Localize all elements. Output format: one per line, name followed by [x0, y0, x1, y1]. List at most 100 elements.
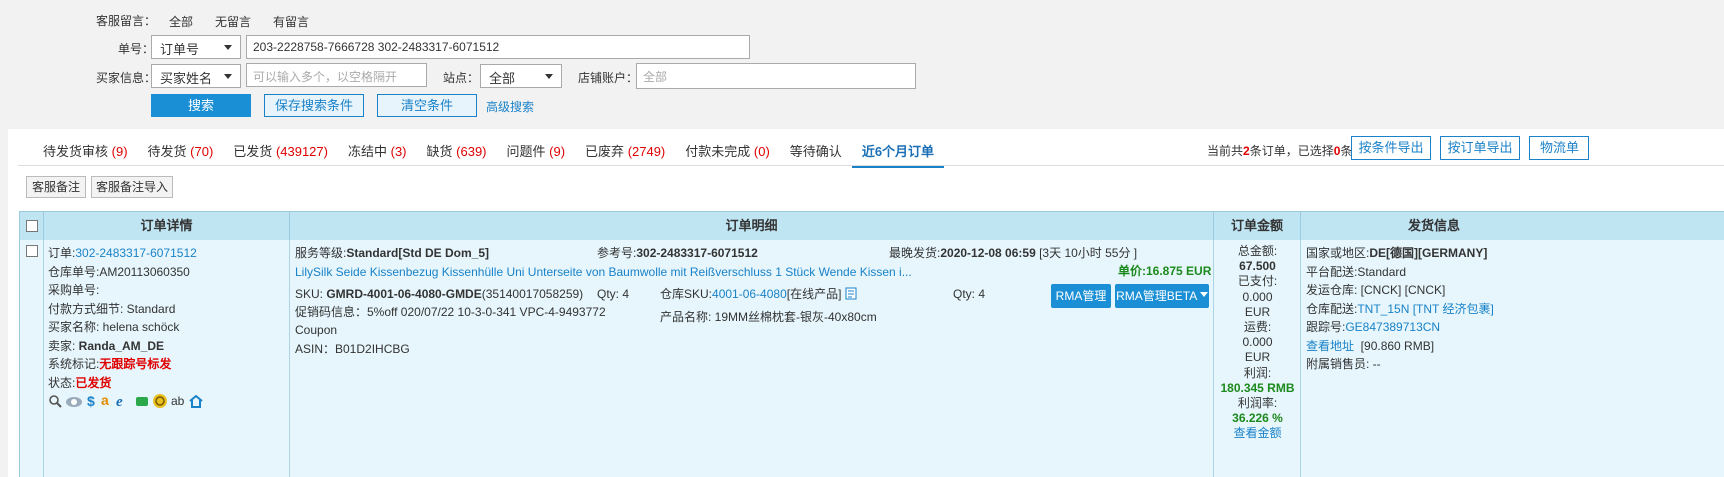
header-extra — [1567, 212, 1724, 240]
buyer-type-value: 买家姓名 — [160, 71, 213, 86]
row-select-cell — [20, 240, 44, 477]
site-select[interactable]: 全部 — [480, 64, 562, 88]
view-amount-link[interactable]: 查看金额 — [1214, 426, 1301, 441]
advanced-search-link[interactable]: 高级搜索 — [486, 98, 534, 115]
search-icon[interactable] — [48, 394, 62, 408]
address-line: 查看地址 [90.860 RMB] — [1306, 338, 1435, 353]
order-no-input[interactable]: 203-2228758-7666728 302-2483317-6071512 — [246, 35, 750, 59]
header-order-detail: 订单详情 — [44, 212, 290, 240]
qty-ordered: Qty: 4 — [597, 287, 630, 301]
buyer-input[interactable]: 可以输入多个，以空格隔开 — [246, 63, 427, 87]
text-ab-icon[interactable]: ab — [171, 393, 185, 409]
rma-manage-button[interactable]: RMA管理 — [1051, 284, 1111, 308]
remark-option-all[interactable]: 全部 — [169, 13, 193, 30]
buyer-type-select[interactable]: 买家姓名 — [151, 64, 241, 88]
export-by-order-button[interactable]: 按订单导出 — [1440, 136, 1520, 160]
export-logistics-button[interactable]: 物流单 — [1529, 136, 1589, 160]
clear-conditions-button[interactable]: 清空条件 — [377, 94, 477, 117]
product-name: 产品名称: 19MM丝棉枕套-银灰-40x80cm — [660, 310, 877, 324]
profit-value: 180.345 RMB — [1220, 380, 1295, 395]
remark-option-has[interactable]: 有留言 — [273, 13, 309, 30]
order-no-type-value: 订单号 — [160, 42, 200, 57]
asin: ASIN：B01D2IHCBG — [295, 342, 410, 356]
sku-line: SKU: GMRD-4001-06-4080-GMDE(351400170582… — [295, 287, 584, 301]
profit-rate-label: 利润率: — [1237, 396, 1278, 411]
header-order-items: 订单明细 — [290, 212, 1214, 240]
site-value: 全部 — [489, 71, 516, 86]
home-icon[interactable] — [188, 394, 204, 408]
select-all-checkbox[interactable] — [25, 220, 38, 232]
profit-label: 利润: — [1243, 365, 1272, 380]
rma-manage-beta-button[interactable]: RMA管理BETA — [1115, 284, 1209, 308]
chevron-down-icon — [224, 74, 232, 79]
coin-icon[interactable] — [152, 393, 168, 409]
svg-text:a: a — [101, 393, 109, 408]
payment-detail: 付款方式细节: Standard — [48, 301, 176, 316]
chevron-down-icon — [545, 74, 553, 79]
view-address-link[interactable]: 查看地址 — [1306, 339, 1354, 353]
shipping-block: 国家或地区:DE[德国][GERMANY] 平台配送:Standard 发运仓库… — [1306, 244, 1564, 374]
buyer-name: 买家名称: helena schöck — [48, 320, 180, 334]
tab-discarded[interactable]: 已废弃 (2749) — [585, 141, 665, 168]
tab-pending-review[interactable]: 待发货审核 (9) — [43, 141, 128, 168]
order-count-summary: 当前共2条订单，已选择0条 — [1207, 144, 1353, 158]
green-tag-icon[interactable] — [135, 394, 149, 408]
cloud-icon[interactable] — [65, 394, 83, 408]
shipping-fee-label: 运费: — [1243, 320, 1272, 335]
tab-frozen[interactable]: 冻结中 (3) — [348, 141, 407, 168]
ship-warehouse: 发运仓库: [CNCK] [CNCK] — [1306, 283, 1446, 297]
product-title-link[interactable]: LilySilk Seide Kissenbezug Kissenhülle U… — [295, 263, 912, 282]
service-remark-import-button[interactable]: 客服备注导入 — [91, 176, 173, 198]
order-no-link[interactable]: 302-2483317-6071512 — [75, 246, 196, 260]
order-no-type-select[interactable]: 订单号 — [151, 35, 241, 59]
platform-delivery: 平台配送:Standard — [1306, 264, 1407, 279]
paid-label: 已支付: — [1237, 274, 1278, 289]
order-no-line: 订单:302-2483317-6071512 — [48, 246, 197, 260]
document-icon[interactable] — [845, 287, 858, 300]
row-checkbox[interactable] — [26, 245, 38, 257]
tab-pending-ship[interactable]: 待发货 (70) — [148, 141, 214, 168]
tab-last-6-months[interactable]: 近6个月订单 — [851, 141, 945, 168]
search-button[interactable]: 搜索 — [151, 94, 251, 117]
ebay-icon[interactable]: e — [116, 393, 132, 409]
seller-line: 卖家: Randa_AM_DE — [48, 338, 165, 353]
tab-out-of-stock[interactable]: 缺货 (639) — [427, 141, 487, 168]
sales-rep: 附属销售员: -- — [1306, 357, 1381, 371]
svg-text:ab: ab — [171, 394, 185, 408]
warehouse-sku-line: 仓库SKU:4001-06-4080[在线产品] — [660, 285, 858, 304]
svg-text:e: e — [116, 394, 123, 409]
paid-amount: 0.000 — [1242, 289, 1273, 304]
country-line: 国家或地区:DE[德国][GERMANY] — [1306, 246, 1488, 260]
warehouse-delivery-link[interactable]: TNT_15N [TNT 经济包裹] — [1357, 302, 1493, 316]
remark-option-none[interactable]: 无留言 — [215, 13, 251, 30]
tab-shipped[interactable]: 已发货 (439127) — [233, 141, 328, 168]
tab-payment-incomplete[interactable]: 付款未完成 (0) — [685, 141, 770, 168]
service-level: 服务等级:Standard[Std DE Dom_5] — [295, 246, 490, 260]
store-label: 店铺账户： — [578, 71, 639, 85]
system-mark-line: 系统标记:无跟踪号标发 — [48, 357, 172, 371]
warehouse-delivery-line: 仓库配送:TNT_15N [TNT 经济包裹] — [1306, 301, 1494, 316]
quick-icons: $ a e ab — [48, 393, 288, 409]
tracking-link[interactable]: GE847389713CN — [1345, 320, 1440, 334]
dollar-icon[interactable]: $ — [86, 393, 98, 409]
tab-awaiting-confirm[interactable]: 等待确认 — [790, 141, 842, 168]
export-by-condition-button[interactable]: 按条件导出 — [1351, 136, 1431, 160]
total-amount: 67.500 — [1239, 259, 1276, 274]
reference-no: 参考号:302-2483317-6071512 — [597, 246, 758, 260]
save-search-button[interactable]: 保存搜索条件 — [264, 94, 364, 117]
amazon-icon[interactable]: a — [101, 393, 113, 409]
status-line: 状态:已发货 — [48, 375, 112, 390]
buyer-info-label: 买家信息： — [96, 71, 157, 85]
store-input[interactable]: 全部 — [636, 63, 916, 89]
amount-block: 总金额: 67.500 已支付: 0.000 EUR 运费: 0.000 EUR… — [1214, 244, 1301, 442]
tab-problem[interactable]: 问题件 (9) — [507, 141, 566, 168]
warehouse-no: 仓库单号:AM20113060350 — [48, 264, 190, 279]
warehouse-sku-link[interactable]: 4001-06-4080 — [712, 287, 787, 301]
coupon-label: Coupon — [295, 323, 338, 337]
tracking-line: 跟踪号:GE847389713CN — [1306, 320, 1441, 334]
unit-price: 单价:16.875 EUR — [1118, 264, 1212, 278]
status-tabs: 待发货审核 (9) 待发货 (70) 已发货 (439127) 冻结中 (3) … — [43, 141, 945, 168]
extra-cell — [1567, 240, 1724, 477]
service-remark-button[interactable]: 客服备注 — [26, 176, 86, 198]
site-label: 站点： — [443, 71, 480, 85]
